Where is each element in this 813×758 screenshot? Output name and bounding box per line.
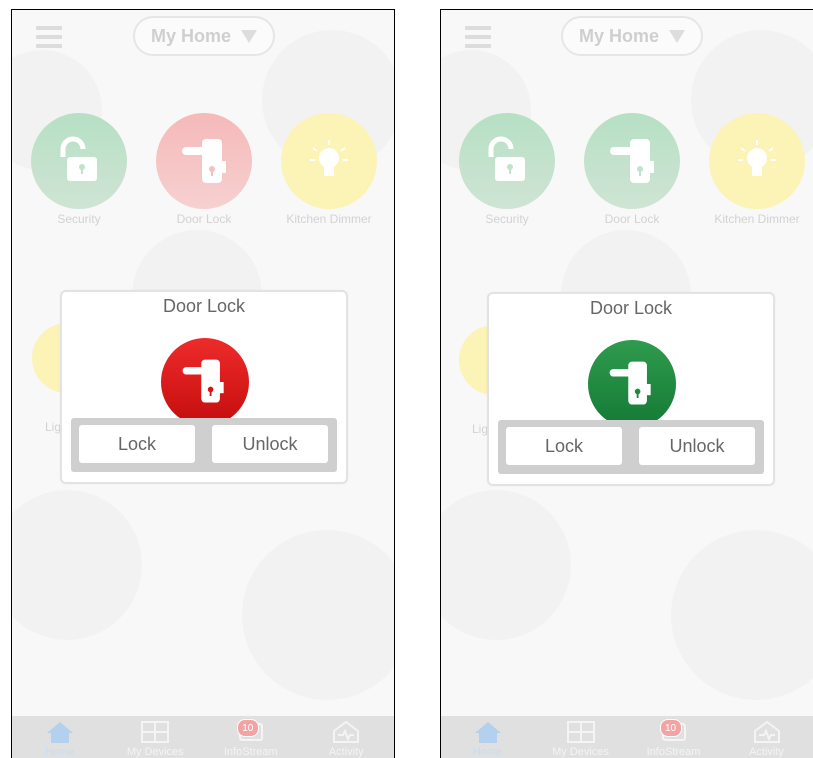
- lock-button-group: Lock Unlock: [498, 420, 764, 474]
- tab-label: InfoStream: [646, 746, 701, 758]
- dialog-title: Door Lock: [589, 298, 673, 318]
- tab-bar: Home My Devices 10 InfoStream Activity: [12, 716, 394, 758]
- tab-label: Activity: [328, 746, 364, 758]
- device-label-partial: Lig: [472, 422, 489, 436]
- door-handle-icon: [156, 113, 252, 209]
- device-label: Door Lock: [604, 212, 660, 226]
- tab-infostream[interactable]: 10 InfoStream: [203, 716, 299, 758]
- lock-button-group: Lock Unlock: [71, 418, 337, 472]
- door-handle-icon: [588, 340, 676, 428]
- phone-screen-left: My Home Security Door Lock Kitchen Dimme…: [11, 9, 395, 758]
- tab-label: Home: [472, 746, 503, 758]
- house-icon: [46, 722, 73, 743]
- grid-icon: [141, 721, 170, 743]
- tab-label: Activity: [749, 746, 784, 758]
- device-label: Security: [57, 212, 101, 226]
- tab-label: InfoStream: [223, 746, 278, 758]
- home-selector[interactable]: My Home: [561, 16, 703, 56]
- caret-down-icon: [241, 29, 257, 43]
- light-bulb-icon: [709, 113, 805, 209]
- notification-badge: 10: [236, 719, 259, 737]
- tab-home[interactable]: Home: [12, 716, 108, 758]
- activity-icon: [753, 720, 780, 743]
- device-label-partial: Lig: [45, 420, 62, 434]
- caret-down-icon: [669, 29, 685, 43]
- home-selector-label: My Home: [150, 25, 231, 46]
- tab-activity[interactable]: Activity: [299, 716, 395, 758]
- device-label: Door Lock: [176, 212, 232, 226]
- activity-icon: [333, 720, 360, 743]
- dialog-title: Door Lock: [162, 296, 246, 316]
- device-tile-kitchen-dimmer[interactable]: Kitchen Dimmer: [708, 113, 806, 226]
- menu-icon[interactable]: [36, 26, 62, 48]
- door-handle-icon: [161, 338, 249, 426]
- device-tile-door-lock[interactable]: Door Lock: [155, 113, 253, 226]
- tab-label: Home: [45, 746, 75, 758]
- device-tile-security[interactable]: Security: [458, 113, 556, 226]
- notification-badge: 10: [659, 719, 682, 737]
- grid-icon: [566, 721, 595, 743]
- tab-my-devices[interactable]: My Devices: [534, 716, 627, 758]
- house-icon: [474, 722, 501, 743]
- device-label: Kitchen Dimmer: [714, 212, 800, 226]
- device-tile-kitchen-dimmer[interactable]: Kitchen Dimmer: [280, 113, 378, 226]
- device-tile-door-lock[interactable]: Door Lock: [583, 113, 681, 226]
- tab-label: My Devices: [126, 746, 184, 758]
- padlock-open-icon: [31, 113, 127, 209]
- device-label: Security: [485, 212, 529, 226]
- door-lock-dialog: Door Lock Lock Unlock: [487, 292, 775, 486]
- phone-screen-right: My Home Security Door Lock Kitchen Dimme…: [440, 9, 813, 758]
- door-handle-icon: [584, 113, 680, 209]
- lock-button[interactable]: Lock: [79, 425, 195, 463]
- door-lock-dialog: Door Lock Lock Unlock: [60, 290, 348, 484]
- device-label: Kitchen Dimmer: [286, 212, 372, 226]
- tab-label: My Devices: [552, 746, 609, 758]
- tab-bar: Home My Devices 10 InfoStream Activity: [441, 716, 813, 758]
- tab-home[interactable]: Home: [441, 716, 534, 758]
- tab-infostream[interactable]: 10 InfoStream: [627, 716, 720, 758]
- tab-activity[interactable]: Activity: [720, 716, 813, 758]
- padlock-open-icon: [459, 113, 555, 209]
- unlock-button[interactable]: Unlock: [639, 427, 755, 465]
- unlock-button[interactable]: Unlock: [212, 425, 328, 463]
- home-selector-label: My Home: [578, 25, 659, 46]
- tab-my-devices[interactable]: My Devices: [108, 716, 204, 758]
- home-selector[interactable]: My Home: [133, 16, 275, 56]
- device-tile-security[interactable]: Security: [30, 113, 128, 226]
- lock-button[interactable]: Lock: [506, 427, 622, 465]
- menu-icon[interactable]: [465, 26, 491, 48]
- light-bulb-icon: [281, 113, 377, 209]
